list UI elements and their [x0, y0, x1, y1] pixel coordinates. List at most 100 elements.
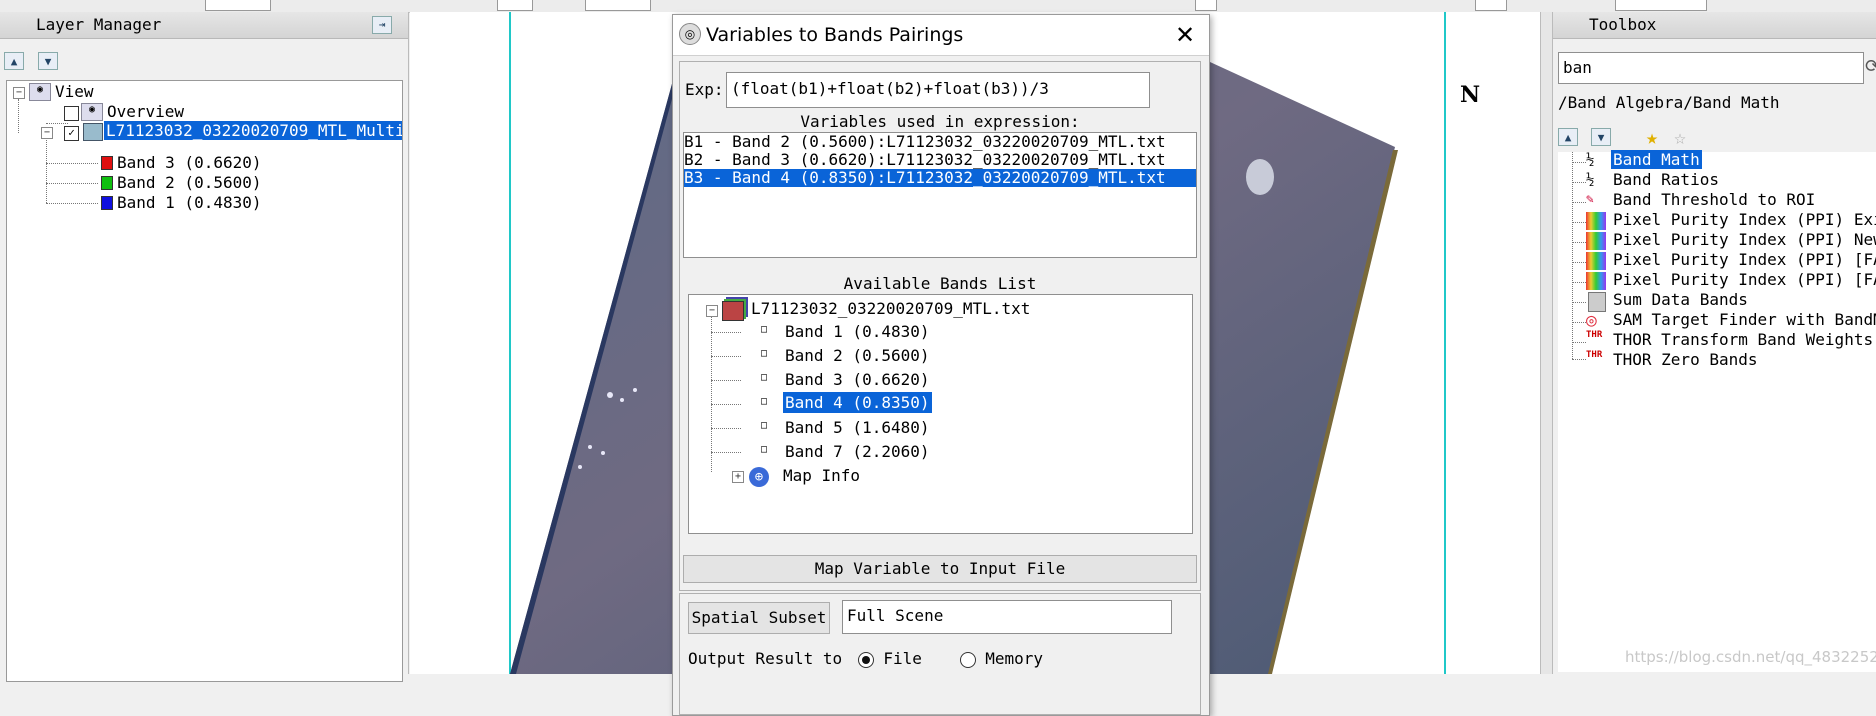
move-up-icon[interactable]: ▲: [1558, 128, 1578, 146]
spectral-icon: [1586, 212, 1606, 230]
band-leaf-icon: □: [761, 444, 768, 455]
exp-label: Exp:: [685, 80, 724, 99]
toolbox-item[interactable]: Pixel Purity Index (PPI) [FAS: [1613, 250, 1876, 269]
toolbox-item-selected[interactable]: Band Math: [1611, 150, 1702, 169]
band-leaf-icon: □: [761, 420, 768, 431]
variable-row[interactable]: B1 - Band 2 (0.5600):L71123032_032200207…: [684, 133, 1196, 151]
layer-tree: − ◉ View ◉ Overview − ✓ L71123032_032200…: [6, 80, 403, 682]
raster-layer-icon: [83, 123, 103, 141]
layer-file-label[interactable]: L71123032_03220020709_MTL_MultiS: [104, 121, 402, 140]
variables-list[interactable]: B1 - Band 2 (0.5600):L71123032_032200207…: [683, 132, 1197, 258]
collapse-icon[interactable]: −: [41, 127, 53, 139]
band-item[interactable]: Band 3 (0.6620): [785, 370, 930, 389]
layer-manager-header: Layer Manager ⇥: [0, 12, 408, 39]
radio-memory-label[interactable]: Memory: [985, 649, 1043, 668]
dialog-titlebar: ◎ Variables to Bands Pairings ✕: [673, 15, 1209, 56]
layer-checkbox-checked[interactable]: ✓: [64, 126, 79, 141]
overview-label[interactable]: Overview: [107, 102, 184, 121]
collapse-icon[interactable]: −: [13, 87, 25, 99]
overview-icon: ◉: [81, 103, 103, 121]
toolbox-item[interactable]: Band Ratios: [1613, 170, 1719, 189]
toolbox-item[interactable]: Band Threshold to ROI: [1613, 190, 1815, 209]
band-leaf-icon: □: [761, 348, 768, 359]
variable-row[interactable]: B2 - Band 3 (0.6620):L71123032_032200207…: [684, 151, 1196, 169]
refresh-icon[interactable]: ⟳: [1865, 56, 1876, 77]
toolbar-button[interactable]: [585, 0, 651, 11]
output-label: Output Result to: [688, 649, 843, 668]
band-leaf-icon: □: [761, 372, 768, 383]
toolbox-item[interactable]: Sum Data Bands: [1613, 290, 1748, 309]
map-variable-button[interactable]: Map Variable to Input File: [683, 555, 1197, 583]
bands-file-label[interactable]: L71123032_03220020709_MTL.txt: [751, 299, 1030, 318]
calculator-icon: [1588, 292, 1606, 312]
thor-icon: THR: [1586, 350, 1603, 360]
target-icon: ◎: [1586, 310, 1597, 331]
band-item[interactable]: Band 7 (2.2060): [785, 442, 930, 461]
unfavorite-star-icon[interactable]: ☆: [1674, 125, 1686, 149]
dock-icon[interactable]: ⇥: [372, 16, 392, 34]
spectral-icon: [1586, 252, 1606, 270]
close-icon[interactable]: ✕: [1175, 15, 1195, 55]
roi-icon: ✎: [1586, 192, 1594, 207]
toolbar-button[interactable]: [205, 0, 271, 11]
move-down-icon[interactable]: ▼: [1591, 128, 1611, 146]
toolbar-button[interactable]: [1615, 0, 1707, 11]
toolbox-search-input[interactable]: ban: [1558, 52, 1864, 84]
layer-band-label[interactable]: Band 2 (0.5600): [117, 173, 262, 192]
envi-app-icon: ◎: [679, 23, 701, 45]
toolbar-button[interactable]: [497, 0, 533, 11]
layer-manager-title: Layer Manager: [36, 15, 162, 34]
variable-row-selected[interactable]: B3 - Band 4 (0.8350):L71123032_032200207…: [684, 169, 1196, 187]
map-info-label[interactable]: Map Info: [783, 466, 860, 485]
view-label[interactable]: View: [55, 82, 94, 101]
toolbox-item[interactable]: Pixel Purity Index (PPI) [FAS: [1613, 270, 1876, 289]
toolbox-item[interactable]: THOR Transform Band Weights: [1613, 330, 1873, 349]
output-group: Spatial Subset Full Scene Output Result …: [679, 593, 1201, 715]
collapse-icon[interactable]: −: [706, 305, 718, 317]
spectral-icon: [1586, 272, 1606, 290]
bands-header: Available Bands List: [843, 274, 1037, 293]
layer-band-label[interactable]: Band 1 (0.4830): [117, 193, 262, 212]
radio-file[interactable]: [857, 651, 874, 668]
band-item[interactable]: Band 1 (0.4830): [785, 322, 930, 341]
band-red-swatch: [101, 156, 113, 170]
multiband-file-icon: [722, 301, 744, 321]
radio-memory[interactable]: [959, 651, 976, 668]
view-icon: ◉: [29, 83, 51, 101]
expression-field[interactable]: (float(b1)+float(b2)+float(b3))/3: [726, 72, 1150, 108]
output-row: Output Result to File Memory: [688, 649, 1043, 668]
band-green-swatch: [101, 176, 113, 190]
toolbox-header: Toolbox: [1553, 12, 1876, 39]
toolbox-panel: Toolbox ban ⟳ /Band Algebra/Band Math ▲ …: [1552, 12, 1876, 674]
variables-header: Variables used in expression:: [800, 112, 1080, 131]
radio-file-label[interactable]: File: [883, 649, 922, 668]
expression-group: Exp: (float(b1)+float(b2)+float(b3))/3 V…: [679, 61, 1201, 591]
variables-dialog: ◎ Variables to Bands Pairings ✕ Exp: (fl…: [672, 14, 1210, 716]
spectral-icon: [1586, 232, 1606, 250]
toolbox-item[interactable]: SAM Target Finder with BandMa: [1613, 310, 1876, 329]
bands-tree[interactable]: − L71123032_03220020709_MTL.txt □ Band 1…: [688, 294, 1193, 534]
move-down-icon[interactable]: ▼: [38, 52, 58, 70]
overview-checkbox[interactable]: [64, 106, 79, 121]
band-blue-swatch: [101, 196, 113, 210]
band-leaf-icon: □: [761, 396, 768, 407]
toolbar-button[interactable]: [1195, 0, 1217, 11]
globe-icon: ⊕: [749, 467, 769, 487]
toolbox-item[interactable]: THOR Zero Bands: [1613, 350, 1758, 369]
band-item[interactable]: Band 2 (0.5600): [785, 346, 930, 365]
spatial-subset-field[interactable]: Full Scene: [842, 600, 1172, 634]
move-up-icon[interactable]: ▲: [4, 52, 24, 70]
band-item-selected[interactable]: Band 4 (0.8350): [783, 392, 932, 413]
toolbox-item[interactable]: Pixel Purity Index (PPI) Exis: [1613, 210, 1876, 229]
band-item[interactable]: Band 5 (1.6480): [785, 418, 930, 437]
thor-icon: THR: [1586, 330, 1603, 340]
favorite-star-icon[interactable]: ★: [1646, 125, 1658, 149]
toolbox-item[interactable]: Pixel Purity Index (PPI) New: [1613, 230, 1876, 249]
expand-icon[interactable]: +: [732, 471, 744, 483]
band-math-icon: ½: [1586, 152, 1595, 168]
band-ratio-icon: ½: [1586, 172, 1595, 188]
spatial-subset-button[interactable]: Spatial Subset: [688, 602, 830, 634]
toolbar-button[interactable]: [1475, 0, 1507, 11]
watermark-text: https://blog.csdn.net/qq_48322523: [1625, 648, 1876, 666]
layer-band-label[interactable]: Band 3 (0.6620): [117, 153, 262, 172]
